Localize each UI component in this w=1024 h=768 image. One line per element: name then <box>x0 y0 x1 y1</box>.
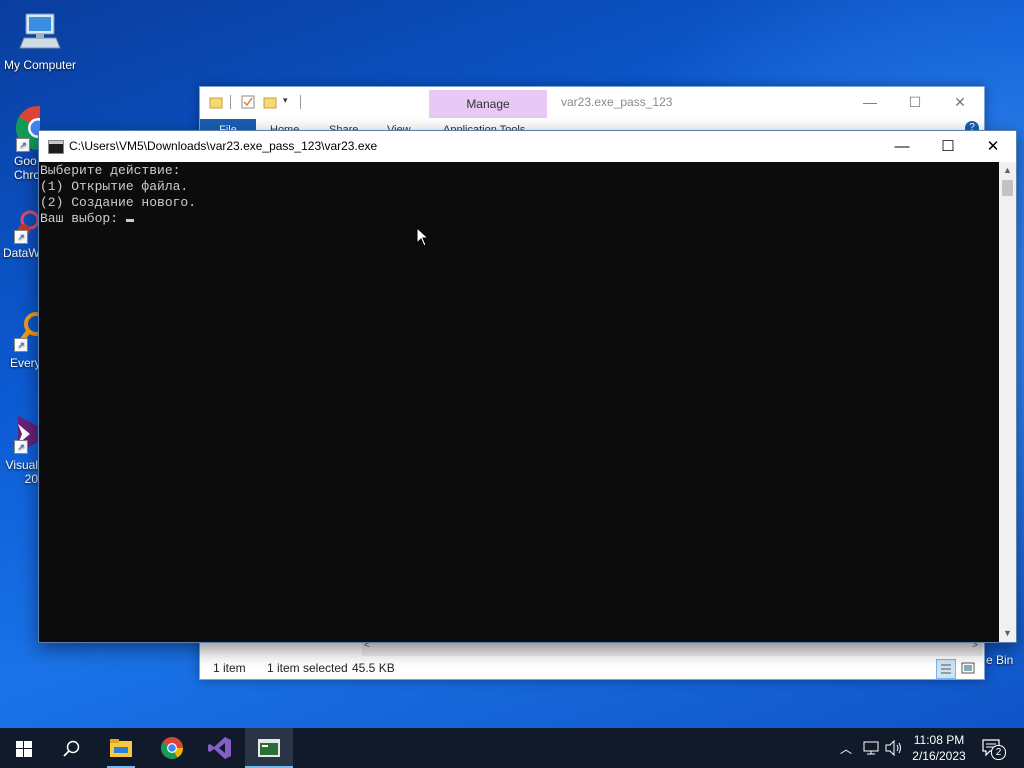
shortcut-arrow-icon: ↗ <box>14 440 28 454</box>
start-button[interactable] <box>0 728 48 768</box>
tab-manage[interactable]: Manage <box>429 90 547 118</box>
text-cursor <box>125 219 134 222</box>
action-center-button[interactable]: 2 <box>982 738 1006 760</box>
console-line: Выберите действие: <box>40 163 181 178</box>
desktop-icon-everything[interactable]: ↗ Every <box>0 306 40 370</box>
volume-icon[interactable] <box>885 740 903 756</box>
console-app-icon <box>258 739 280 757</box>
taskbar-visual-studio[interactable] <box>196 728 244 768</box>
desktop-icon-label: Visual 20 <box>5 458 38 486</box>
console-window[interactable]: C:\Users\VM5\Downloads\var23.exe_pass_12… <box>38 130 1017 643</box>
taskbar: ︿ 11:08 PM 2/16/2023 2 <box>0 728 1024 768</box>
properties-icon[interactable] <box>241 95 255 109</box>
details-view-icon[interactable] <box>936 659 956 679</box>
start-icon <box>16 741 32 757</box>
desktop-icon-datawrapper[interactable]: ↗ DataW <box>0 206 40 260</box>
shortcut-arrow-icon: ↗ <box>14 230 28 244</box>
visual-studio-icon <box>208 737 231 759</box>
explorer-status-bar: 1 item 1 item selected 45.5 KB <box>200 657 984 679</box>
console-window-title: C:\Users\VM5\Downloads\var23.exe_pass_12… <box>69 139 378 153</box>
desktop-icon-label: My Computer <box>3 58 77 72</box>
customize-quick-access-icon[interactable]: ▾ <box>283 95 297 109</box>
scroll-down-icon[interactable]: ▼ <box>999 625 1016 642</box>
console-line: (1) Открытие файла. <box>40 179 189 194</box>
toolbar-divider <box>300 95 301 109</box>
file-explorer-icon <box>110 739 132 757</box>
console-minimize-button[interactable]: — <box>879 131 925 162</box>
explorer-minimize-button[interactable]: — <box>859 93 881 111</box>
desktop-icon-label: Every <box>10 356 40 370</box>
everything-search-icon: ↗ <box>0 306 40 354</box>
desktop-icon-my-computer[interactable]: My Computer <box>0 8 80 72</box>
explorer-close-button[interactable]: ✕ <box>949 93 971 111</box>
console-close-button[interactable]: ✕ <box>970 131 1016 162</box>
console-vertical-scrollbar[interactable]: ▲ ▼ <box>999 162 1016 642</box>
large-icons-view-icon[interactable] <box>960 660 976 676</box>
shortcut-arrow-icon: ↗ <box>14 338 28 352</box>
console-line: (2) Создание нового. <box>40 195 197 210</box>
console-prompt-line: Ваш выбор: <box>40 211 126 226</box>
clock-date: 2/16/2023 <box>912 749 966 763</box>
console-output-area[interactable]: Выберите действие: (1) Открытие файла. (2)… <box>39 162 999 642</box>
folder-icon[interactable] <box>209 95 223 109</box>
scrollbar-thumb[interactable] <box>1002 180 1013 196</box>
taskbar-file-explorer[interactable] <box>97 728 145 768</box>
status-size: 45.5 KB <box>352 661 395 675</box>
computer-icon <box>16 8 64 56</box>
datawrapper-icon: ↗ <box>0 206 40 254</box>
status-selected: 1 item selected <box>267 661 348 675</box>
taskbar-search-button[interactable] <box>48 728 96 768</box>
desktop-icon-google-chrome[interactable]: ↗ Goo Chro <box>0 104 40 182</box>
taskbar-clock[interactable]: 11:08 PM 2/16/2023 <box>905 732 973 764</box>
taskbar-console-app[interactable] <box>245 728 293 768</box>
console-text: Выберите действие: (1) Открытие файла. (2)… <box>40 163 196 227</box>
new-folder-icon[interactable] <box>263 95 277 109</box>
desktop-icon-visual-studio[interactable]: ↗ Visual 20 <box>0 408 40 486</box>
desktop-icon-label: Goo Chro <box>14 154 40 182</box>
network-icon[interactable] <box>863 741 881 755</box>
notification-count-badge: 2 <box>991 745 1006 760</box>
clock-time: 11:08 PM <box>913 733 965 747</box>
status-item-count: 1 item <box>213 661 246 675</box>
console-titlebar[interactable]: C:\Users\VM5\Downloads\var23.exe_pass_12… <box>39 131 1016 162</box>
explorer-titlebar[interactable]: ▾ Manage var23.exe_pass_123 — ☐ ✕ <box>200 87 984 119</box>
toolbar-divider <box>230 95 231 109</box>
search-icon <box>63 740 80 757</box>
chevron-up-icon[interactable]: ︿ <box>840 740 852 757</box>
console-app-icon <box>48 140 64 154</box>
chrome-icon: ↗ <box>14 104 40 152</box>
shortcut-arrow-icon: ↗ <box>16 138 30 152</box>
console-maximize-button[interactable]: ☐ <box>925 131 971 162</box>
taskbar-chrome[interactable] <box>148 728 196 768</box>
recycle-bin-label[interactable]: e Bin <box>986 653 1013 667</box>
explorer-window-title: var23.exe_pass_123 <box>561 95 673 109</box>
scroll-up-icon[interactable]: ▲ <box>999 162 1016 179</box>
chrome-icon <box>161 737 183 759</box>
explorer-maximize-button[interactable]: ☐ <box>904 93 926 111</box>
mouse-pointer-icon <box>416 227 430 247</box>
visual-studio-icon: ↗ <box>0 408 40 456</box>
